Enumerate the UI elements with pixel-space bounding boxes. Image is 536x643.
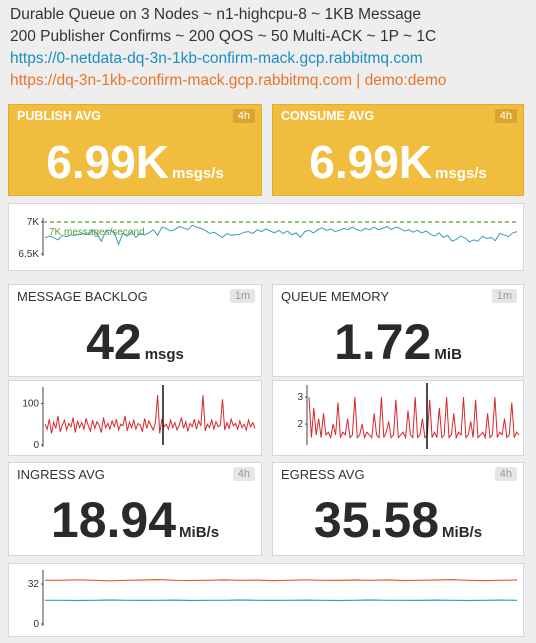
publish-unit: msgs/s — [172, 165, 224, 182]
consume-value: 6.99K — [309, 136, 433, 188]
egress-avg-panel: EGRESS AVG 4h 35.58 MiB/s — [272, 462, 524, 556]
consume-avg-panel: CONSUME AVG 4h 6.99K msgs/s — [272, 104, 524, 196]
header-settings-line: 200 Publisher Confirms ~ 200 QOS ~ 50 Mu… — [10, 28, 437, 45]
memory-chart-panel: 32 — [272, 380, 524, 456]
panel-title: CONSUME AVG — [281, 109, 375, 123]
time-range-badge[interactable]: 1m — [491, 289, 517, 303]
metric-value: 35.58 MiB/s — [273, 491, 523, 549]
time-range-badge[interactable]: 4h — [494, 467, 517, 481]
y-tick-label: 7K — [27, 217, 40, 228]
message-backlog-panel: MESSAGE BACKLOG 1m 42 msgs — [8, 284, 262, 377]
panel-title: MESSAGE BACKLOG — [17, 289, 148, 304]
backlog-unit: msgs — [144, 346, 184, 363]
publish-avg-panel: PUBLISH AVG 4h 6.99K msgs/s — [8, 104, 262, 196]
memory-unit: MiB — [434, 346, 462, 363]
publish-value: 6.99K — [46, 136, 170, 188]
dashboard-header: Durable Queue on 3 Nodes ~ n1-highcpu-8 … — [10, 4, 530, 92]
backlog-chart[interactable]: 100 0 — [9, 381, 261, 455]
throughput-chart-panel: 7K 6.5K 7K messages/second — [8, 203, 524, 271]
panel-title: INGRESS AVG — [17, 467, 105, 482]
management-link[interactable]: https://dq-3n-1kb-confirm-mack.gcp.rabbi… — [10, 70, 530, 92]
panel-title: QUEUE MEMORY — [281, 289, 390, 304]
y-tick-label: 0 — [33, 440, 39, 451]
egress-value: 35.58 — [313, 492, 440, 548]
time-range-badge[interactable]: 1m — [229, 289, 255, 303]
consume-unit: msgs/s — [435, 165, 487, 182]
metric-value: 18.94 MiB/s — [9, 491, 261, 549]
metric-value: 1.72 MiB — [273, 313, 523, 371]
egress-series-line — [45, 578, 518, 582]
network-chart-panel: 32 0 — [8, 563, 524, 637]
ingress-series-line — [45, 599, 518, 602]
y-tick-label: 100 — [22, 398, 39, 409]
backlog-value: 42 — [86, 314, 142, 370]
network-chart[interactable]: 32 0 — [9, 564, 523, 636]
panel-title: PUBLISH AVG — [17, 109, 102, 123]
panel-title: EGRESS AVG — [281, 467, 365, 482]
ingress-value: 18.94 — [50, 492, 177, 548]
memory-value: 1.72 — [334, 314, 432, 370]
memory-series-line — [308, 397, 520, 440]
y-tick-label: 6.5K — [18, 249, 39, 260]
time-range-badge[interactable]: 4h — [494, 109, 517, 123]
queue-memory-panel: QUEUE MEMORY 1m 1.72 MiB — [272, 284, 524, 377]
metric-value: 6.99K msgs/s — [9, 135, 261, 189]
ingress-unit: MiB/s — [179, 524, 220, 541]
memory-chart[interactable]: 32 — [273, 381, 523, 455]
backlog-chart-panel: 100 0 — [8, 380, 262, 456]
backlog-series-line — [44, 395, 256, 434]
ingress-avg-panel: INGRESS AVG 4h 18.94 MiB/s — [8, 462, 262, 556]
header-description-line: Durable Queue on 3 Nodes ~ n1-highcpu-8 … — [10, 6, 422, 23]
y-tick-label: 2 — [297, 419, 303, 430]
time-range-badge[interactable]: 4h — [232, 467, 255, 481]
egress-unit: MiB/s — [442, 524, 483, 541]
y-tick-label: 0 — [33, 619, 39, 630]
throughput-chart[interactable]: 7K6.5K7K messages/second — [9, 204, 523, 270]
netdata-link[interactable]: https://0-netdata-dq-3n-1kb-confirm-mack… — [10, 48, 530, 70]
time-range-badge[interactable]: 4h — [232, 109, 255, 123]
y-tick-label: 32 — [28, 579, 40, 590]
metric-value: 42 msgs — [9, 313, 261, 371]
y-tick-label: 3 — [297, 392, 303, 403]
metric-value: 6.99K msgs/s — [273, 135, 523, 189]
